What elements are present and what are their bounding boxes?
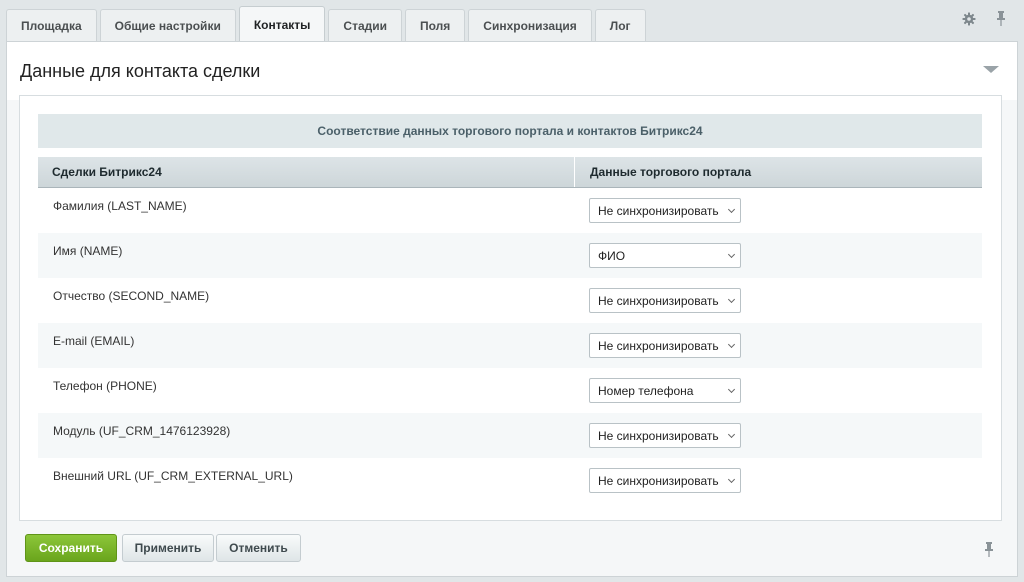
panel-header: Данные для контакта сделки <box>7 42 1017 100</box>
save-button[interactable]: Сохранить <box>25 534 117 562</box>
field-label: Имя (NAME) <box>53 244 123 258</box>
tab-ploshchadka[interactable]: Площадка <box>6 9 97 42</box>
cancel-button[interactable]: Отменить <box>216 534 301 562</box>
tab-fields[interactable]: Поля <box>405 9 466 42</box>
select-value: Не синхронизировать <box>598 338 719 353</box>
tab-sync[interactable]: Синхронизация <box>468 9 592 42</box>
tab-label: Площадка <box>21 19 82 33</box>
field-label: Внешний URL (UF_CRM_EXTERNAL_URL) <box>53 469 293 483</box>
field-label: Отчество (SECOND_NAME) <box>53 289 210 303</box>
tab-label: Синхронизация <box>483 19 577 33</box>
pin-icon[interactable] <box>994 11 1008 26</box>
tab-label: Стадии <box>343 19 388 33</box>
tab-general-settings[interactable]: Общие настройки <box>99 9 236 42</box>
chevron-down-icon <box>727 385 736 394</box>
tab-label: Контакты <box>253 17 311 32</box>
table-row: Модуль (UF_CRM_1476123928) Не синхронизи… <box>38 413 982 458</box>
mapping-select[interactable]: Не синхронизировать <box>589 198 741 223</box>
table-body: Фамилия (LAST_NAME) Не синхронизировать … <box>38 188 982 503</box>
select-value: Номер телефона <box>598 383 694 398</box>
pin-icon[interactable] <box>983 542 995 561</box>
field-label: Телефон (PHONE) <box>53 379 157 393</box>
column-header-bitrix: Сделки Битрикс24 <box>38 157 575 187</box>
table-row: E-mail (EMAIL) Не синхронизировать <box>38 323 982 368</box>
field-label: Модуль (UF_CRM_1476123928) <box>53 424 231 438</box>
chevron-down-icon <box>727 340 736 349</box>
tab-bar: Площадка Общие настройки Контакты Стадии… <box>6 6 646 42</box>
mapping-select[interactable]: Номер телефона <box>589 378 741 403</box>
mapping-box: Соответствие данных торгового портала и … <box>19 95 1002 521</box>
tab-contacts[interactable]: Контакты <box>238 6 326 42</box>
select-value: Не синхронизировать <box>598 473 719 488</box>
tab-stages[interactable]: Стадии <box>328 9 403 42</box>
gear-icon[interactable] <box>962 12 976 26</box>
table-row: Отчество (SECOND_NAME) Не синхронизирова… <box>38 278 982 323</box>
chevron-down-icon <box>727 475 736 484</box>
table-row: Телефон (PHONE) Номер телефона <box>38 368 982 413</box>
select-value: Не синхронизировать <box>598 428 719 443</box>
tab-label: Общие настройки <box>114 19 221 33</box>
settings-panel: Данные для контакта сделки Соответствие … <box>6 41 1018 577</box>
select-value: Не синхронизировать <box>598 203 719 218</box>
column-header-portal: Данные торгового портала <box>590 165 752 179</box>
mapping-select[interactable]: Не синхронизировать <box>589 333 741 358</box>
mapping-select[interactable]: Не синхронизировать <box>589 468 741 493</box>
table-caption: Соответствие данных торгового портала и … <box>38 114 982 148</box>
chevron-down-icon <box>727 430 736 439</box>
table-header: Сделки Битрикс24 Данные торгового портал… <box>38 157 982 188</box>
table-row: Фамилия (LAST_NAME) Не синхронизировать <box>38 188 982 233</box>
chevron-down-icon <box>727 295 736 304</box>
chevron-down-icon[interactable] <box>983 66 999 73</box>
table-row: Внешний URL (UF_CRM_EXTERNAL_URL) Не син… <box>38 458 982 503</box>
tab-label: Поля <box>420 19 451 33</box>
field-label: E-mail (EMAIL) <box>53 334 135 348</box>
tab-label: Лог <box>609 19 631 33</box>
panel-title: Данные для контакта сделки <box>20 61 261 81</box>
form-footer: Сохранить Применить Отменить <box>7 528 1017 578</box>
apply-button[interactable]: Применить <box>122 534 214 562</box>
tab-log[interactable]: Лог <box>594 9 646 42</box>
chevron-down-icon <box>727 250 736 259</box>
mapping-select[interactable]: Не синхронизировать <box>589 423 741 448</box>
mapping-select[interactable]: Не синхронизировать <box>589 288 741 313</box>
tab-tools <box>962 11 1008 26</box>
mapping-select[interactable]: ФИО <box>589 243 741 268</box>
table-row: Имя (NAME) ФИО <box>38 233 982 278</box>
field-label: Фамилия (LAST_NAME) <box>53 199 187 213</box>
chevron-down-icon <box>727 205 736 214</box>
select-value: Не синхронизировать <box>598 293 719 308</box>
select-value: ФИО <box>598 248 626 263</box>
